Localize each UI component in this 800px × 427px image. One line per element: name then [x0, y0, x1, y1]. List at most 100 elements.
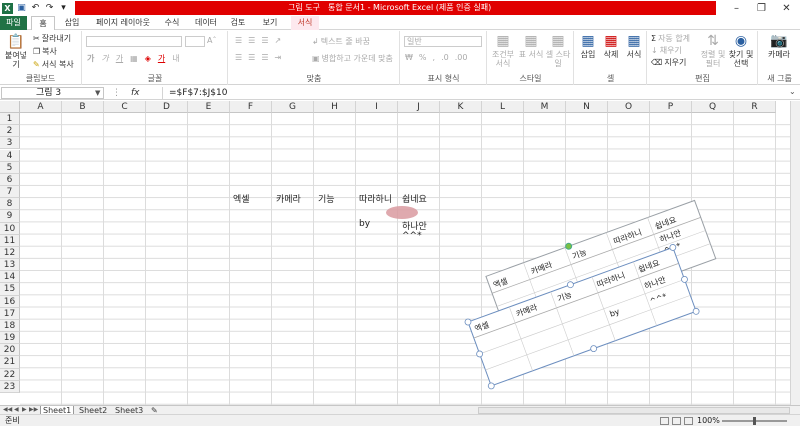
number-format-dropdown[interactable]: 일반: [404, 36, 482, 47]
align-middle-icon[interactable]: ☰: [248, 36, 255, 45]
restore-button[interactable]: ❐: [749, 0, 774, 16]
row-header[interactable]: 15: [0, 283, 20, 296]
tab-insert[interactable]: 삽입: [60, 16, 84, 30]
tab-data[interactable]: 데이터: [192, 16, 220, 30]
tab-review[interactable]: 검토: [226, 16, 250, 30]
indent-icon[interactable]: ⇥: [275, 53, 282, 62]
formula-input[interactable]: =$F$7:$J$10: [162, 87, 782, 99]
row-header[interactable]: 14: [0, 271, 20, 284]
cell-f7[interactable]: 엑셀: [233, 192, 250, 205]
page-layout-view-icon[interactable]: [672, 417, 681, 425]
sort-filter-button[interactable]: ⇅ 정렬 및 필터: [700, 33, 726, 69]
column-header[interactable]: D: [146, 101, 188, 113]
font-color-icon[interactable]: 가: [158, 53, 165, 64]
column-header[interactable]: P: [650, 101, 692, 113]
customize-qat-icon[interactable]: ▾: [58, 3, 69, 14]
normal-view-icon[interactable]: [660, 417, 669, 425]
column-header[interactable]: H: [314, 101, 356, 113]
insert-function-icon[interactable]: fx: [131, 88, 140, 98]
redo-icon[interactable]: ↷: [44, 3, 55, 14]
fill-color-icon[interactable]: ◈: [145, 54, 151, 63]
cell-j7[interactable]: 쉽네요: [402, 192, 427, 205]
row-header[interactable]: 18: [0, 319, 20, 333]
expand-formula-bar-icon[interactable]: ⌄: [789, 87, 796, 96]
row-header[interactable]: 17: [0, 307, 20, 320]
tab-format[interactable]: 서식: [291, 16, 319, 30]
row-header[interactable]: 2: [0, 125, 20, 138]
row-header[interactable]: 23: [0, 380, 20, 393]
cell-i9[interactable]: by: [359, 219, 370, 229]
merge-center-button[interactable]: ▣ 병합하고 가운데 맞춤: [312, 53, 393, 64]
cell-styles-button[interactable]: ▦ 셀 스타일: [544, 33, 572, 69]
bold-icon[interactable]: 가: [87, 53, 94, 64]
row-header[interactable]: 16: [0, 295, 20, 308]
fill-button[interactable]: ↓ 채우기: [651, 45, 682, 56]
select-all-corner[interactable]: [0, 101, 20, 113]
cell-h7[interactable]: 기능: [318, 192, 335, 205]
row-header[interactable]: 9: [0, 210, 20, 223]
tab-home[interactable]: 홈: [31, 16, 55, 30]
decrease-decimal-icon[interactable]: .00: [455, 53, 468, 62]
column-header[interactable]: E: [188, 101, 230, 113]
name-box[interactable]: 그림 3: [1, 87, 104, 99]
row-header[interactable]: 4: [0, 149, 20, 162]
column-header[interactable]: O: [608, 101, 650, 113]
cell-i7[interactable]: 따라하니: [359, 192, 392, 205]
tab-view[interactable]: 보기: [258, 16, 282, 30]
undo-icon[interactable]: ↶: [30, 3, 41, 14]
align-center-icon[interactable]: ☰: [248, 53, 255, 62]
save-icon[interactable]: ▣: [16, 3, 27, 14]
column-header[interactable]: F: [230, 101, 272, 113]
close-button[interactable]: ✕: [774, 0, 799, 16]
align-right-icon[interactable]: ☰: [261, 53, 268, 62]
next-sheet-icon[interactable]: ▶: [22, 406, 27, 413]
row-header[interactable]: 6: [0, 173, 20, 186]
paste-button[interactable]: 📋 붙여넣기: [2, 34, 30, 70]
clear-button[interactable]: ⌫ 지우기: [651, 57, 686, 68]
row-header[interactable]: 3: [0, 137, 20, 150]
row-header[interactable]: 8: [0, 198, 20, 211]
row-header[interactable]: 22: [0, 368, 20, 381]
conditional-format-button[interactable]: ▦ 조건부 서식: [490, 33, 516, 69]
border-icon[interactable]: ▦: [130, 54, 138, 63]
row-header[interactable]: 7: [0, 186, 20, 199]
tab-formulas[interactable]: 수식: [160, 16, 184, 30]
wrap-text-button[interactable]: ↲ 텍스트 줄 바꿈: [312, 36, 370, 47]
worksheet-grid[interactable]: [20, 113, 790, 405]
column-header[interactable]: C: [104, 101, 146, 113]
currency-icon[interactable]: ₩: [405, 53, 413, 62]
row-header[interactable]: 13: [0, 259, 20, 272]
column-header[interactable]: A: [20, 101, 62, 113]
name-box-dropdown-icon[interactable]: ▼: [95, 87, 100, 99]
comma-icon[interactable]: ,: [433, 53, 436, 62]
orientation-icon[interactable]: ↗: [275, 36, 282, 45]
column-header[interactable]: K: [440, 101, 482, 113]
font-size-dropdown[interactable]: [185, 36, 205, 47]
cell-g7[interactable]: 카메라: [276, 192, 301, 205]
italic-icon[interactable]: 가: [101, 53, 108, 64]
align-left-icon[interactable]: ☰: [235, 53, 242, 62]
last-sheet-icon[interactable]: ▶▶: [29, 406, 38, 413]
row-header[interactable]: 12: [0, 246, 20, 260]
cell-j10[interactable]: ^^*: [402, 231, 422, 241]
copy-button[interactable]: ❐ 복사: [33, 46, 57, 57]
cut-button[interactable]: ✂ 잘라내기: [33, 33, 71, 44]
column-header[interactable]: Q: [692, 101, 734, 113]
format-table-button[interactable]: ▦ 표 서식: [518, 33, 544, 60]
prev-sheet-icon[interactable]: ◀: [14, 406, 19, 413]
row-header[interactable]: 19: [0, 332, 20, 345]
font-name-dropdown[interactable]: [86, 36, 182, 47]
tab-page-layout[interactable]: 페이지 레이아웃: [90, 16, 156, 30]
format-painter-button[interactable]: ✎ 서식 복사: [33, 59, 74, 70]
insert-cells-button[interactable]: ▦ 삽입: [577, 33, 599, 60]
underline-icon[interactable]: 가: [116, 53, 123, 64]
first-sheet-icon[interactable]: ◀◀: [3, 406, 12, 413]
column-header[interactable]: L: [482, 101, 524, 113]
find-select-button[interactable]: ◉ 찾기 및 선택: [727, 33, 755, 69]
zoom-level[interactable]: 100%: [697, 415, 720, 427]
vertical-scrollbar[interactable]: [790, 101, 800, 405]
delete-cells-button[interactable]: ▦ 삭제: [600, 33, 622, 60]
horizontal-scrollbar[interactable]: [478, 407, 790, 414]
row-header[interactable]: 11: [0, 234, 20, 247]
camera-button[interactable]: 📷 카메라: [763, 33, 795, 60]
